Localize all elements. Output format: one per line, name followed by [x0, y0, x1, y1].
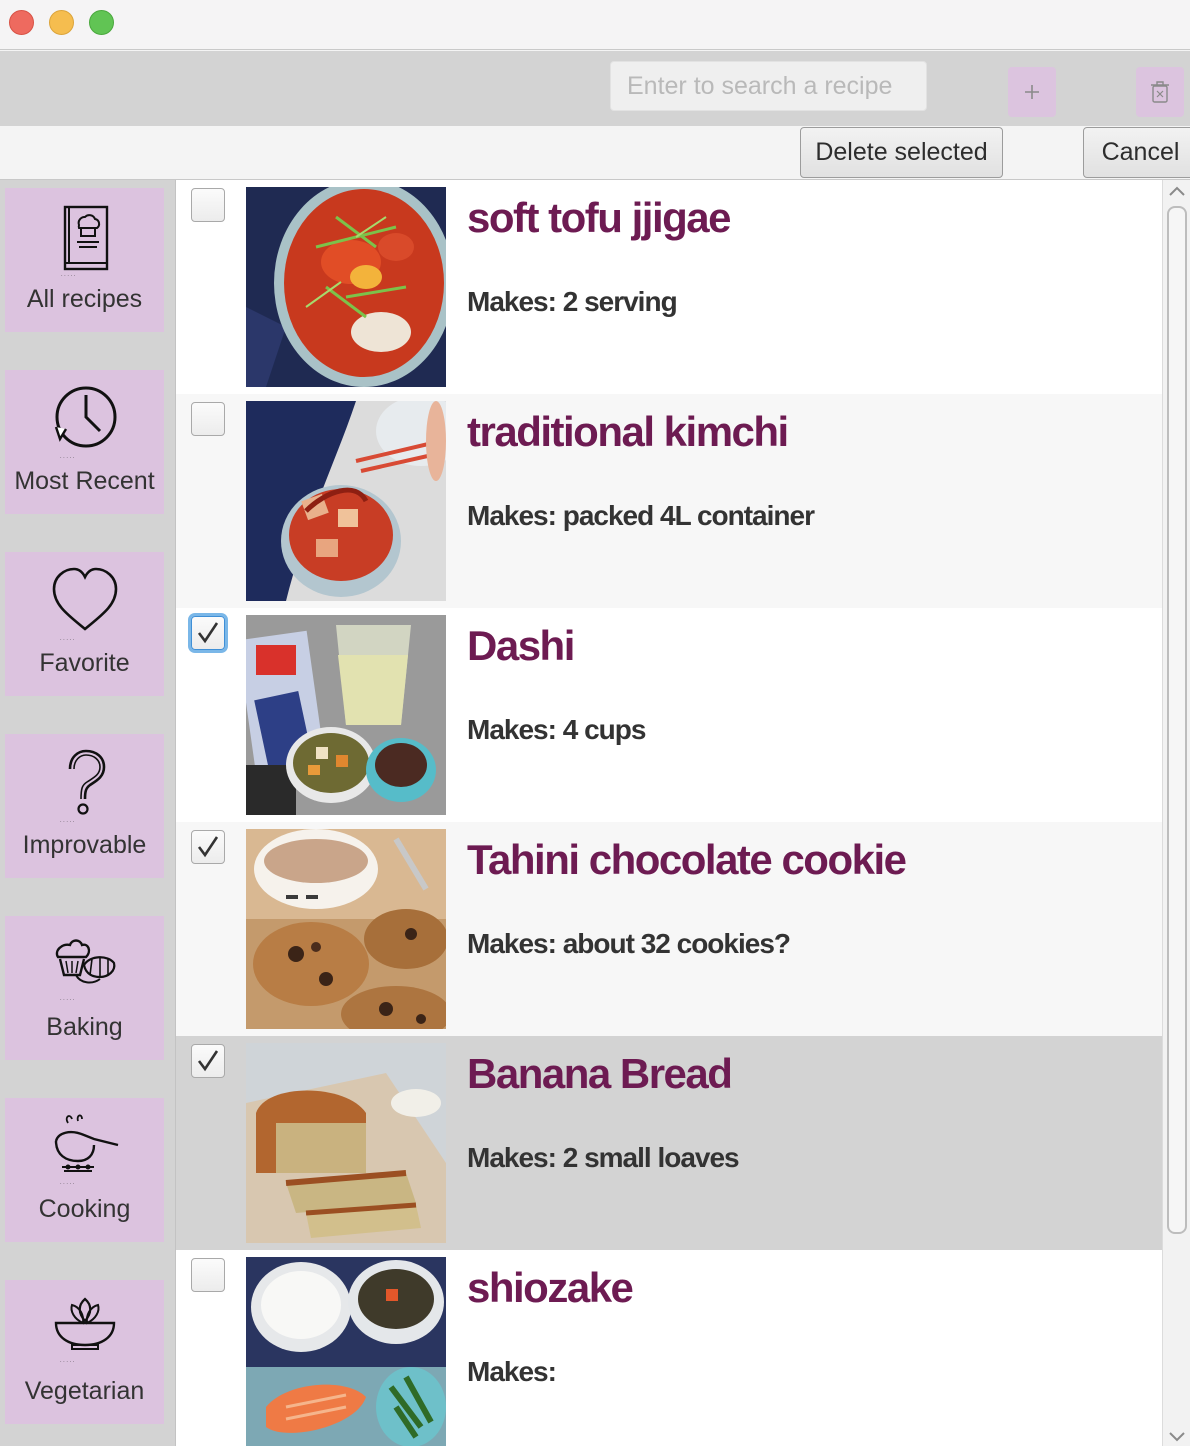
recipe-name[interactable]: traditional kimchi — [467, 408, 789, 456]
recipe-row[interactable]: traditional kimchi Makes: packed 4L cont… — [176, 394, 1162, 608]
clock-icon: · · · · · — [50, 382, 120, 462]
trash-icon — [1151, 81, 1169, 103]
zoom-window-button[interactable] — [89, 10, 114, 35]
minimize-window-button[interactable] — [49, 10, 74, 35]
recipe-name[interactable]: soft tofu jjigae — [467, 194, 732, 242]
recipe-row[interactable]: shiozake Makes: — [176, 1250, 1162, 1446]
recipe-makes: Makes: 2 serving — [467, 286, 678, 317]
cancel-button[interactable]: Cancel — [1083, 127, 1190, 178]
sidebar-item-label: Most Recent — [14, 467, 155, 495]
sidebar-item-label: Cooking — [38, 1195, 131, 1223]
recipe-row[interactable]: Tahini chocolate cookie Makes: about 32 … — [176, 822, 1162, 1036]
checkmark-icon — [197, 1050, 219, 1072]
recipe-makes: Makes: packed 4L container — [467, 500, 815, 531]
sidebar-item-most-recent[interactable]: · · · · · Most Recent — [5, 370, 164, 514]
recipe-row[interactable]: Dashi Makes: 4 cups — [176, 608, 1162, 822]
recipe-photo-tahini-cookie — [246, 829, 446, 1029]
checkmark-icon — [197, 622, 219, 644]
svg-text:· · · · ·: · · · · · — [60, 997, 75, 1003]
sidebar-item-label: Baking — [46, 1013, 123, 1041]
chevron-down-icon[interactable] — [1167, 1430, 1187, 1444]
recipe-list: soft tofu jjigae Makes: 2 serving tradit… — [176, 180, 1162, 1446]
recipe-makes: Makes: — [467, 1356, 557, 1387]
sidebar-item-vegetarian[interactable]: · · · · · Vegetarian — [5, 1280, 164, 1424]
svg-text:· · · · ·: · · · · · — [60, 1181, 75, 1187]
recipe-name[interactable]: shiozake — [467, 1264, 634, 1312]
category-sidebar: · · · · · All recipes · · · · · Most Rec… — [0, 180, 176, 1446]
sidebar-item-label: All recipes — [26, 285, 143, 313]
svg-text:· · · · ·: · · · · · — [60, 637, 75, 643]
heart-icon: · · · · · — [50, 564, 120, 644]
recipe-photo-tofu-jjigae — [246, 187, 446, 387]
recipe-name[interactable]: Dashi — [467, 622, 575, 670]
svg-text:· · · · ·: · · · · · — [60, 1359, 75, 1365]
sidebar-item-label: Improvable — [22, 831, 147, 859]
recipe-book-icon: · · · · · — [50, 200, 120, 280]
recipe-checkbox[interactable] — [191, 616, 225, 650]
sidebar-item-improvable[interactable]: · · · · · Improvable — [5, 734, 164, 878]
chevron-up-icon[interactable] — [1167, 184, 1187, 198]
svg-text:· · · · ·: · · · · · — [61, 273, 76, 279]
question-icon: · · · · · — [50, 746, 120, 826]
recipe-checkbox[interactable] — [191, 1044, 225, 1078]
recipe-makes: Makes: 4 cups — [467, 714, 646, 745]
recipe-makes: Makes: 2 small loaves — [467, 1142, 740, 1173]
pot-icon: · · · · · — [50, 1110, 120, 1190]
svg-text:· · · · ·: · · · · · — [60, 455, 75, 461]
recipe-photo-banana-bread — [246, 1043, 446, 1243]
recipe-name[interactable]: Banana Bread — [467, 1050, 733, 1098]
recipe-photo-dashi — [246, 615, 446, 815]
leaf-bowl-icon: · · · · · — [50, 1292, 120, 1372]
recipe-name[interactable]: Tahini chocolate cookie — [467, 836, 907, 884]
recipe-makes: Makes: about 32 cookies? — [467, 928, 791, 959]
cupcake-icon: · · · · · — [50, 928, 120, 1008]
sidebar-item-label: Favorite — [39, 649, 130, 677]
sidebar-item-baking[interactable]: · · · · · Baking — [5, 916, 164, 1060]
recipe-checkbox[interactable] — [191, 1258, 225, 1292]
add-recipe-button[interactable] — [1008, 67, 1056, 117]
recipe-photo-kimchi — [246, 401, 446, 601]
search-input[interactable] — [610, 61, 927, 111]
svg-text:· · · · ·: · · · · · — [60, 819, 75, 825]
recipe-row[interactable]: Banana Bread Makes: 2 small loaves — [176, 1036, 1162, 1250]
recipe-photo-shiozake — [246, 1257, 446, 1446]
delete-selected-button[interactable]: Delete selected — [800, 127, 1003, 178]
close-window-button[interactable] — [9, 10, 34, 35]
plus-icon — [1025, 85, 1039, 99]
checkmark-icon — [197, 836, 219, 858]
toolbar — [0, 51, 1190, 126]
sidebar-item-favorite[interactable]: · · · · · Favorite — [5, 552, 164, 696]
recipe-checkbox[interactable] — [191, 402, 225, 436]
recipe-checkbox[interactable] — [191, 188, 225, 222]
selection-action-bar: Delete selected Cancel — [0, 126, 1190, 180]
trash-button[interactable] — [1136, 67, 1184, 117]
sidebar-item-all-recipes[interactable]: · · · · · All recipes — [5, 188, 164, 332]
sidebar-item-label: Vegetarian — [24, 1377, 145, 1405]
window-titlebar — [0, 0, 1190, 50]
sidebar-item-cooking[interactable]: · · · · · Cooking — [5, 1098, 164, 1242]
scrollbar-thumb[interactable] — [1167, 206, 1187, 1234]
recipe-checkbox[interactable] — [191, 830, 225, 864]
recipe-row[interactable]: soft tofu jjigae Makes: 2 serving — [176, 180, 1162, 394]
vertical-scrollbar[interactable] — [1162, 180, 1190, 1446]
